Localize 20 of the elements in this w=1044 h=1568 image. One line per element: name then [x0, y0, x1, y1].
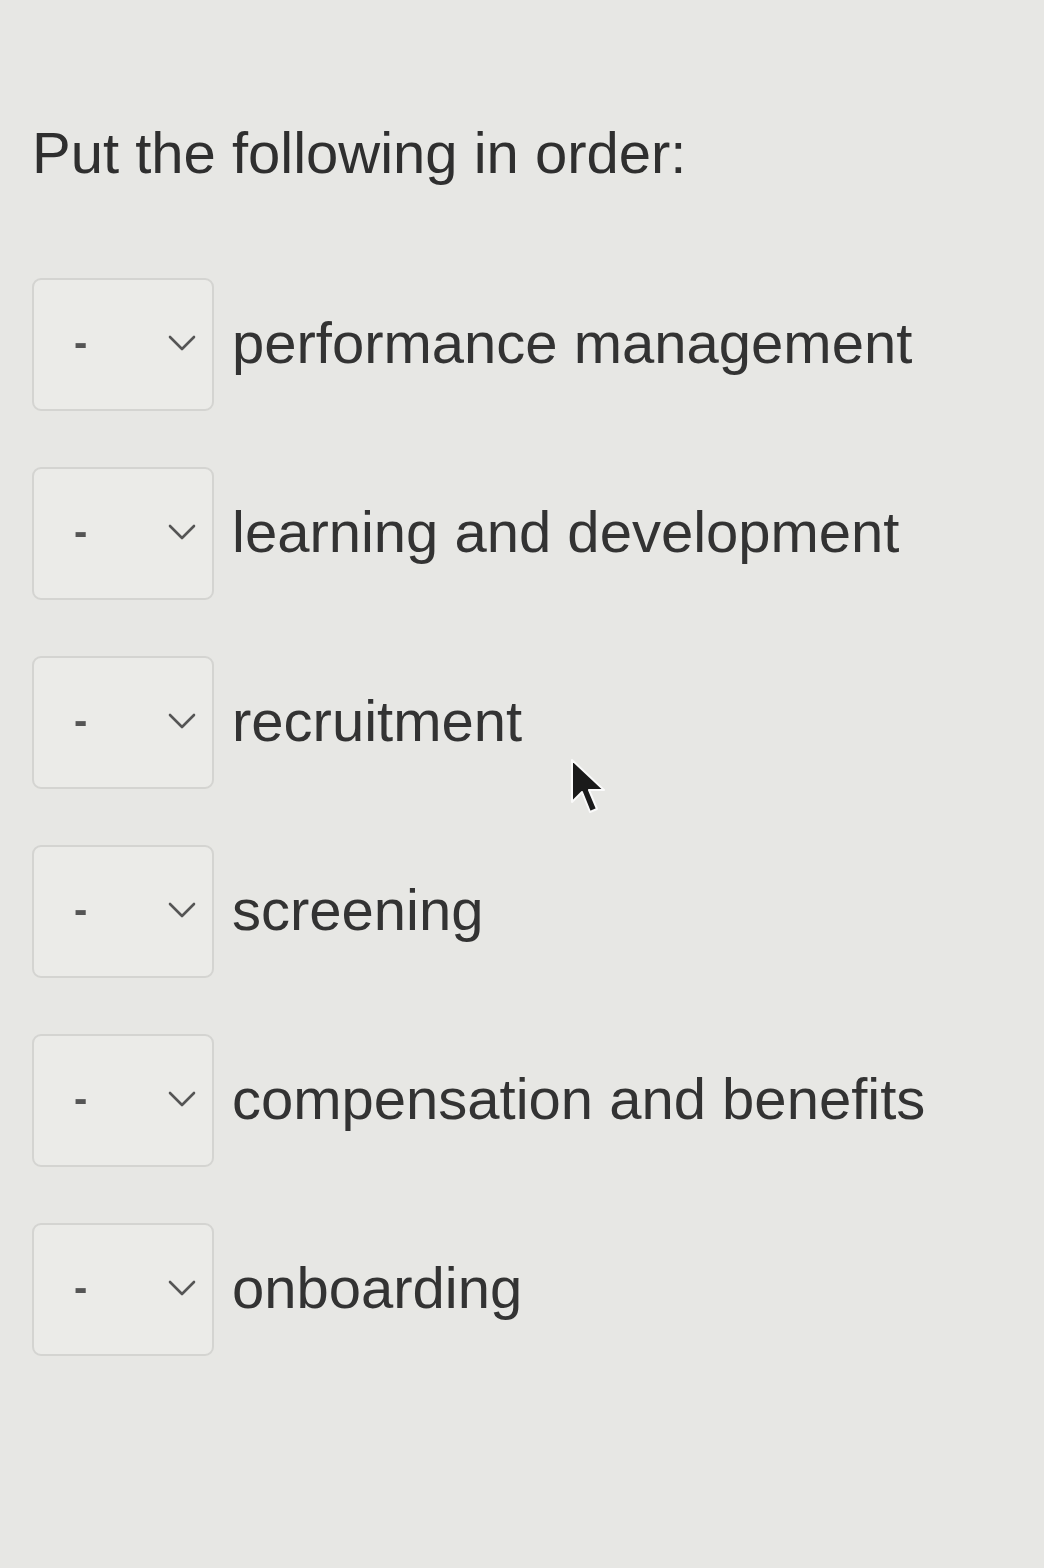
order-dropdown[interactable]: -	[32, 845, 214, 978]
chevron-down-icon	[168, 523, 196, 540]
order-dropdown[interactable]: -	[32, 1223, 214, 1356]
chevron-down-icon	[168, 712, 196, 729]
mouse-pointer-icon	[570, 758, 608, 816]
item-label: performance management	[232, 309, 913, 376]
item-label: compensation and benefits	[232, 1065, 926, 1132]
chevron-down-icon	[168, 334, 196, 351]
order-dropdown[interactable]: -	[32, 467, 214, 600]
order-dropdown[interactable]: -	[32, 1034, 214, 1167]
item-label: learning and development	[232, 498, 900, 565]
order-dropdown[interactable]: -	[32, 656, 214, 789]
item-label: onboarding	[232, 1254, 523, 1321]
order-dropdown[interactable]: -	[32, 278, 214, 411]
item-label: recruitment	[232, 687, 523, 754]
chevron-down-icon	[168, 1279, 196, 1296]
chevron-down-icon	[168, 1090, 196, 1107]
question-prompt: Put the following in order:	[32, 119, 687, 187]
item-label: screening	[232, 876, 484, 943]
chevron-down-icon	[168, 901, 196, 918]
